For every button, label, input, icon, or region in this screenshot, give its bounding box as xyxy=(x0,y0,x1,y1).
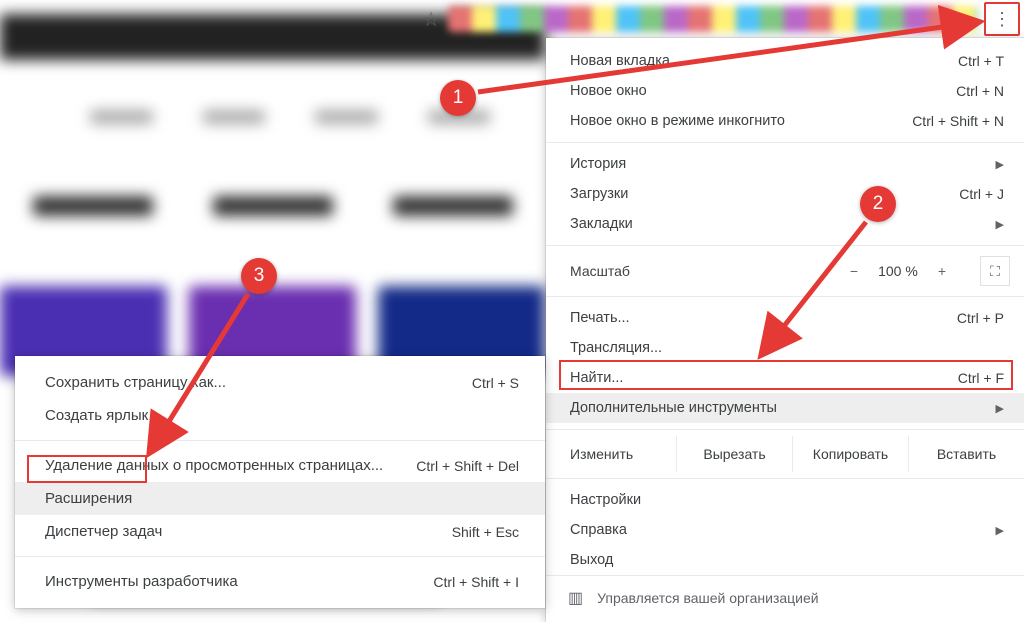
zoom-value: 100 % xyxy=(878,263,918,279)
menu-separator xyxy=(15,440,545,441)
chevron-right-icon: ▶ xyxy=(996,158,1004,171)
menu-label: Справка xyxy=(570,522,627,538)
browser-toolbar: ☆ ⋮ xyxy=(0,0,1024,38)
menu-shortcut: Shift + Esc xyxy=(452,524,519,540)
menu-label: Диспетчер задач xyxy=(45,523,162,540)
menu-bookmarks[interactable]: Закладки ▶ xyxy=(546,209,1024,239)
menu-label: Сохранить страницу как... xyxy=(45,374,226,391)
menu-separator xyxy=(546,142,1024,143)
menu-label: Выход xyxy=(570,552,613,568)
menu-history[interactable]: История ▶ xyxy=(546,149,1024,179)
menu-label: Найти... xyxy=(570,370,623,386)
extensions-strip-blurred xyxy=(448,6,978,32)
menu-label: Изменить xyxy=(546,436,676,472)
menu-label: Создать ярлык... xyxy=(45,407,161,424)
menu-managed-notice[interactable]: ▥ Управляется вашей организацией xyxy=(546,575,1024,622)
menu-new-tab[interactable]: Новая вкладка Ctrl + T xyxy=(546,46,1024,76)
menu-label: Расширения xyxy=(45,490,132,507)
menu-label: Новое окно в режиме инкогнито xyxy=(570,113,785,129)
bookmark-star-icon[interactable]: ☆ xyxy=(422,7,440,32)
menu-separator xyxy=(546,478,1024,479)
submenu-save-page[interactable]: Сохранить страницу как... Ctrl + S xyxy=(15,366,545,399)
menu-label: Удаление данных о просмотренных страница… xyxy=(45,457,383,474)
menu-cast[interactable]: Трансляция... xyxy=(546,333,1024,363)
chevron-right-icon: ▶ xyxy=(996,218,1004,231)
menu-find[interactable]: Найти... Ctrl + F xyxy=(546,363,1024,393)
menu-exit[interactable]: Выход xyxy=(546,545,1024,575)
edit-paste-button[interactable]: Вставить xyxy=(908,436,1024,472)
more-tools-submenu: Сохранить страницу как... Ctrl + S Созда… xyxy=(15,356,545,608)
chrome-menu-button[interactable]: ⋮ xyxy=(984,2,1020,36)
menu-separator xyxy=(546,296,1024,297)
menu-label: Трансляция... xyxy=(570,340,662,356)
submenu-extensions[interactable]: Расширения xyxy=(15,482,545,515)
zoom-in-button[interactable]: + xyxy=(938,263,946,279)
submenu-dev-tools[interactable]: Инструменты разработчика Ctrl + Shift + … xyxy=(15,565,545,598)
menu-shortcut: Ctrl + Shift + Del xyxy=(416,458,519,474)
menu-label: Дополнительные инструменты xyxy=(570,400,777,416)
menu-label: Инструменты разработчика xyxy=(45,573,238,590)
annotation-badge-2: 2 xyxy=(860,186,896,222)
menu-downloads[interactable]: Загрузки Ctrl + J xyxy=(546,179,1024,209)
menu-separator xyxy=(15,556,545,557)
fullscreen-icon[interactable]: ⛶ xyxy=(980,256,1010,286)
zoom-out-button[interactable]: − xyxy=(850,263,858,279)
menu-label: Настройки xyxy=(570,492,641,508)
annotation-badge-1: 1 xyxy=(440,80,476,116)
menu-label: Новое окно xyxy=(570,83,647,99)
chrome-main-menu: Новая вкладка Ctrl + T Новое окно Ctrl +… xyxy=(546,38,1024,622)
edit-cut-button[interactable]: Вырезать xyxy=(676,436,792,472)
edit-copy-button[interactable]: Копировать xyxy=(792,436,908,472)
chevron-right-icon: ▶ xyxy=(996,402,1004,415)
menu-help[interactable]: Справка ▶ xyxy=(546,515,1024,545)
menu-more-tools[interactable]: Дополнительные инструменты ▶ xyxy=(546,393,1024,423)
menu-label: Масштаб xyxy=(570,263,850,279)
menu-shortcut: Ctrl + P xyxy=(957,310,1004,326)
submenu-task-manager[interactable]: Диспетчер задач Shift + Esc xyxy=(15,515,545,548)
menu-shortcut: Ctrl + S xyxy=(472,375,519,391)
menu-label: Закладки xyxy=(570,216,633,232)
building-icon: ▥ xyxy=(568,588,583,608)
menu-settings[interactable]: Настройки xyxy=(546,485,1024,515)
menu-shortcut: Ctrl + N xyxy=(956,83,1004,99)
menu-shortcut: Ctrl + T xyxy=(958,53,1004,69)
menu-incognito[interactable]: Новое окно в режиме инкогнито Ctrl + Shi… xyxy=(546,106,1024,136)
menu-label: Загрузки xyxy=(570,186,628,202)
chevron-right-icon: ▶ xyxy=(996,524,1004,537)
menu-edit-row: Изменить Вырезать Копировать Вставить xyxy=(546,436,1024,472)
menu-separator xyxy=(546,245,1024,246)
menu-label: История xyxy=(570,156,626,172)
annotation-badge-3: 3 xyxy=(241,258,277,294)
menu-label: Управляется вашей организацией xyxy=(597,590,818,606)
menu-shortcut: Ctrl + Shift + I xyxy=(433,574,519,590)
submenu-create-shortcut[interactable]: Создать ярлык... xyxy=(15,399,545,432)
menu-separator xyxy=(546,429,1024,430)
menu-shortcut: Ctrl + Shift + N xyxy=(912,113,1004,129)
menu-shortcut: Ctrl + F xyxy=(958,370,1004,386)
menu-label: Печать... xyxy=(570,310,630,326)
menu-new-window[interactable]: Новое окно Ctrl + N xyxy=(546,76,1024,106)
menu-print[interactable]: Печать... Ctrl + P xyxy=(546,303,1024,333)
menu-shortcut: Ctrl + J xyxy=(959,186,1004,202)
submenu-clear-browsing-data[interactable]: Удаление данных о просмотренных страница… xyxy=(15,449,545,482)
menu-zoom: Масштаб − 100 % + ⛶ xyxy=(546,252,1024,290)
menu-label: Новая вкладка xyxy=(570,53,670,69)
